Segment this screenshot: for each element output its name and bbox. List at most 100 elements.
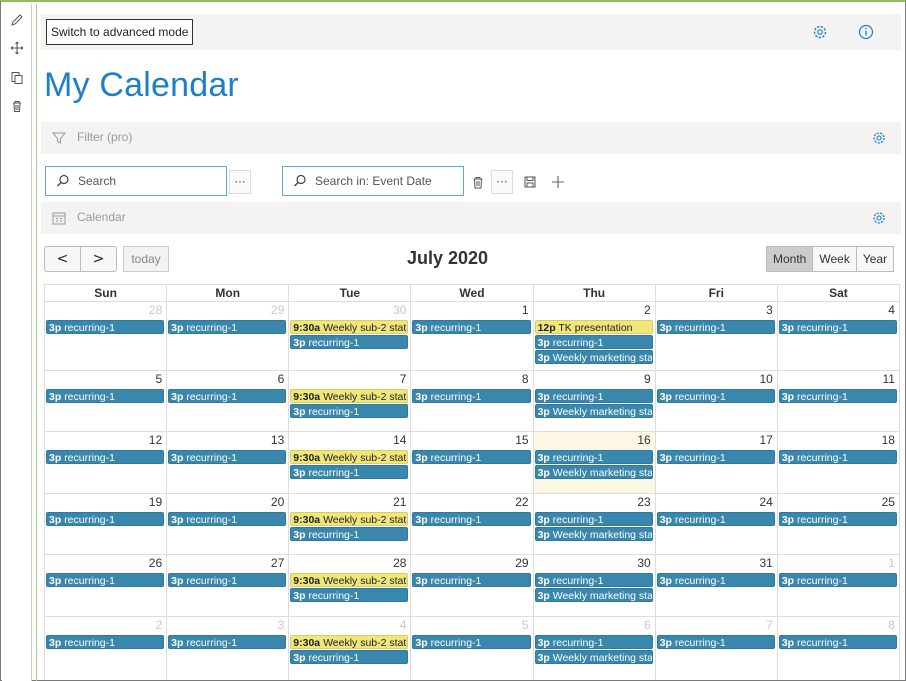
calendar-event[interactable]: 3p recurring-1 bbox=[656, 450, 775, 464]
day-number[interactable]: 30 bbox=[637, 556, 650, 570]
day-number[interactable]: 2 bbox=[644, 303, 651, 317]
calendar-event[interactable]: 3p recurring-1 bbox=[534, 635, 653, 649]
calendar-event[interactable]: 3p recurring-1 bbox=[168, 573, 287, 587]
day-number[interactable]: 1 bbox=[888, 556, 895, 570]
calendar-event[interactable]: 3p recurring-1 bbox=[46, 389, 165, 403]
filter-bar[interactable]: Filter (pro) bbox=[41, 122, 901, 154]
day-cell[interactable]: 2 3p recurring-1 bbox=[44, 616, 168, 680]
day-cell[interactable]: 8 3p recurring-1 bbox=[777, 616, 900, 680]
settings-gear-icon[interactable] bbox=[811, 23, 829, 41]
calendar-event[interactable]: 3p recurring-1 bbox=[46, 450, 165, 464]
day-cell[interactable]: 4 3p recurring-1 bbox=[777, 301, 900, 370]
day-number[interactable]: 1 bbox=[522, 303, 529, 317]
day-number[interactable]: 10 bbox=[759, 372, 772, 386]
day-number[interactable]: 23 bbox=[637, 495, 650, 509]
day-cell[interactable]: 6 3p recurring-13p Weekly marketing statu… bbox=[533, 616, 656, 680]
day-cell[interactable]: 3 3p recurring-1 bbox=[655, 301, 778, 370]
day-number[interactable]: 4 bbox=[400, 618, 407, 632]
filter-settings-gear-icon[interactable] bbox=[871, 130, 887, 146]
day-cell[interactable]: 26 3p recurring-1 bbox=[44, 554, 168, 616]
day-cell[interactable]: 29 3p recurring-1 bbox=[411, 554, 534, 616]
day-cell[interactable]: 31 3p recurring-1 bbox=[655, 554, 778, 616]
pencil-icon[interactable] bbox=[7, 10, 27, 30]
day-cell[interactable]: 22 3p recurring-1 bbox=[411, 493, 534, 554]
day-number[interactable]: 7 bbox=[400, 372, 407, 386]
calendar-event[interactable]: 3p Weekly marketing status bbox=[534, 527, 653, 541]
day-cell[interactable]: 28 3p recurring-1 bbox=[44, 301, 168, 370]
day-cell[interactable]: 4 9:30a Weekly sub-2 status 3p recurring-1 bbox=[289, 616, 412, 680]
day-number[interactable]: 5 bbox=[155, 372, 162, 386]
calendar-event[interactable]: 3p Weekly marketing status bbox=[534, 650, 653, 664]
day-number[interactable]: 27 bbox=[271, 556, 284, 570]
day-cell[interactable]: 20 3p recurring-1 bbox=[167, 493, 290, 554]
day-number[interactable]: 28 bbox=[393, 556, 406, 570]
day-number[interactable]: 28 bbox=[149, 303, 162, 317]
calendar-event[interactable]: 3p recurring-1 bbox=[168, 450, 287, 464]
day-number[interactable]: 21 bbox=[393, 495, 406, 509]
day-number[interactable]: 29 bbox=[271, 303, 284, 317]
day-cell[interactable]: 5 3p recurring-1 bbox=[411, 616, 534, 680]
copy-icon[interactable] bbox=[7, 68, 27, 88]
day-number[interactable]: 12 bbox=[149, 433, 162, 447]
day-number[interactable]: 25 bbox=[882, 495, 895, 509]
day-number[interactable]: 4 bbox=[888, 303, 895, 317]
day-number[interactable]: 5 bbox=[522, 618, 529, 632]
day-cell[interactable]: 24 3p recurring-1 bbox=[655, 493, 778, 554]
day-number[interactable]: 6 bbox=[644, 618, 651, 632]
calendar-event[interactable]: 3p recurring-1 bbox=[778, 320, 897, 334]
day-number[interactable]: 19 bbox=[149, 495, 162, 509]
day-cell[interactable]: 19 3p recurring-1 bbox=[44, 493, 168, 554]
calendar-event[interactable]: 3p recurring-1 bbox=[46, 320, 165, 334]
calendar-event[interactable]: 9:30a Weekly sub-2 status bbox=[290, 635, 409, 649]
day-number[interactable]: 2 bbox=[155, 618, 162, 632]
day-number[interactable]: 26 bbox=[149, 556, 162, 570]
advanced-mode-button[interactable]: Switch to advanced mode bbox=[46, 19, 194, 45]
day-cell[interactable]: 30 9:30a Weekly sub-2 status 3p recurring-… bbox=[289, 301, 412, 370]
calendar-settings-gear-icon[interactable] bbox=[871, 210, 887, 226]
day-cell[interactable]: 29 3p recurring-1 bbox=[167, 301, 290, 370]
save-icon[interactable] bbox=[519, 170, 541, 194]
next-month-button[interactable]: > bbox=[80, 246, 117, 272]
trash-icon[interactable] bbox=[467, 170, 489, 194]
day-cell[interactable]: 1 3p recurring-1 bbox=[411, 301, 534, 370]
calendar-event[interactable]: 3p recurring-1 bbox=[290, 650, 409, 664]
calendar-event[interactable]: 9:30a Weekly sub-2 status bbox=[290, 450, 409, 464]
day-cell-today[interactable]: 163p recurring-13p Weekly marketing stat… bbox=[533, 431, 656, 493]
calendar-event[interactable]: 3p recurring-1 bbox=[656, 635, 775, 649]
calendar-event[interactable]: 3p recurring-1 bbox=[778, 573, 897, 587]
calendar-event[interactable]: 3p recurring-1 bbox=[778, 512, 897, 526]
day-number[interactable]: 3 bbox=[278, 618, 285, 632]
day-number[interactable]: 11 bbox=[883, 372, 895, 386]
field-search-input[interactable]: Search in: Event Date bbox=[282, 166, 464, 196]
day-cell[interactable]: 7 3p recurring-1 bbox=[655, 616, 778, 680]
calendar-event[interactable]: 9:30a Weekly sub-2 status bbox=[290, 573, 409, 587]
day-number[interactable]: 7 bbox=[766, 618, 773, 632]
calendar-event[interactable]: 12p TK presentation bbox=[534, 320, 653, 334]
calendar-event[interactable]: 3p recurring-1 bbox=[412, 450, 531, 464]
day-cell[interactable]: 12 3p recurring-1 bbox=[44, 431, 168, 493]
day-number[interactable]: 9 bbox=[644, 372, 651, 386]
day-cell[interactable]: 13 3p recurring-1 bbox=[167, 431, 290, 493]
calendar-event[interactable]: 3p recurring-1 bbox=[290, 588, 409, 602]
view-month-button[interactable]: Month bbox=[767, 247, 813, 271]
day-number[interactable]: 22 bbox=[515, 495, 528, 509]
calendar-event[interactable]: 3p recurring-1 bbox=[656, 389, 775, 403]
day-cell[interactable]: 7 9:30a Weekly sub-2 status 3p recurring-1 bbox=[289, 370, 412, 431]
calendar-event[interactable]: 3p recurring-1 bbox=[412, 573, 531, 587]
day-number[interactable]: 8 bbox=[522, 372, 529, 386]
calendar-event[interactable]: 9:30a Weekly sub-2 status bbox=[290, 389, 409, 403]
day-number[interactable]: 20 bbox=[271, 495, 284, 509]
calendar-event[interactable]: 3p recurring-1 bbox=[656, 512, 775, 526]
calendar-event[interactable]: 3p recurring-1 bbox=[412, 512, 531, 526]
day-cell[interactable]: 6 3p recurring-1 bbox=[167, 370, 290, 431]
calendar-event[interactable]: 3p Weekly marketing status bbox=[534, 465, 653, 479]
day-cell[interactable]: 5 3p recurring-1 bbox=[44, 370, 168, 431]
view-week-button[interactable]: Week bbox=[812, 247, 856, 271]
calendar-event[interactable]: 3p recurring-1 bbox=[168, 320, 287, 334]
day-cell[interactable]: 14 9:30a Weekly sub-2 status 3p recurring-… bbox=[289, 431, 412, 493]
calendar-event[interactable]: 3p recurring-1 bbox=[412, 635, 531, 649]
calendar-event[interactable]: 3p recurring-1 bbox=[656, 320, 775, 334]
calendar-event[interactable]: 9:30a Weekly sub-2 status bbox=[290, 512, 409, 526]
calendar-event[interactable]: 3p recurring-1 bbox=[778, 450, 897, 464]
day-cell[interactable]: 2 12p TK presentation 3p recurring-1 3p Wee… bbox=[533, 301, 656, 370]
